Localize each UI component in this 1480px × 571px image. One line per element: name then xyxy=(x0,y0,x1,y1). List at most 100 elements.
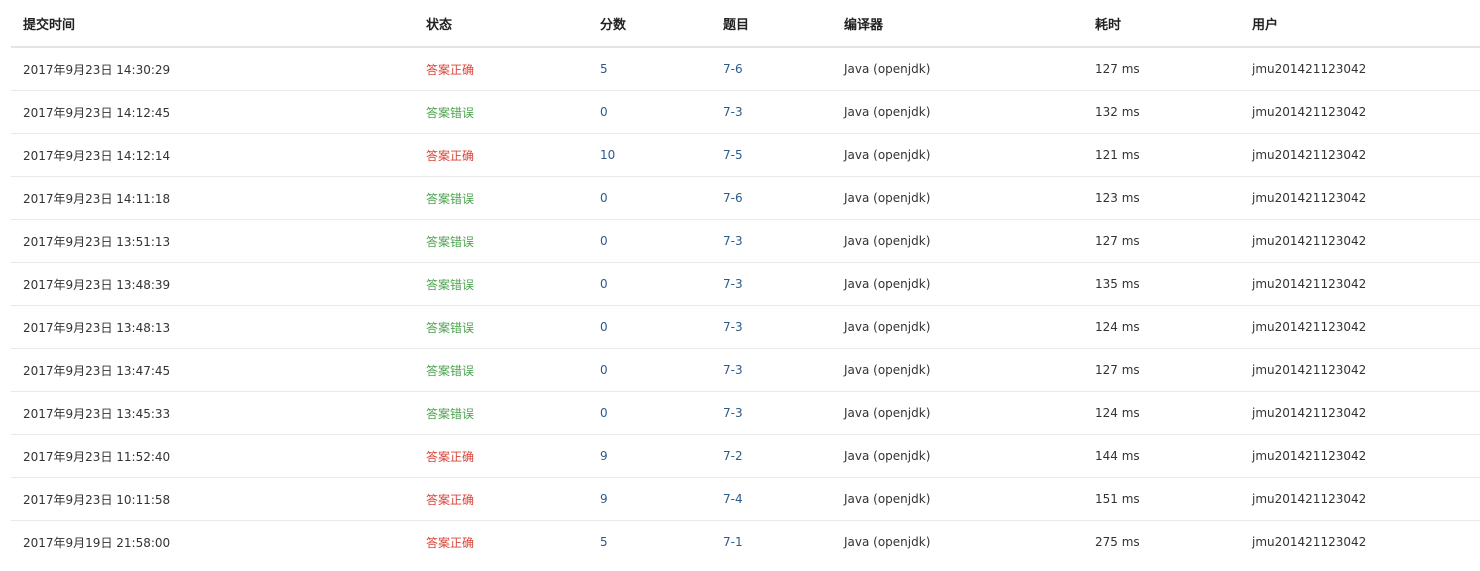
cell-submit-time-cell: 2017年9月23日 14:12:45 xyxy=(11,90,414,134)
cell-problem[interactable]: 7-3 xyxy=(723,234,743,248)
cell-user-cell: jmu201421123042 xyxy=(1240,434,1480,478)
cell-score-cell: 5 xyxy=(588,47,711,91)
cell-score-cell: 9 xyxy=(588,477,711,521)
cell-time-cost: 124 ms xyxy=(1095,320,1140,334)
cell-score[interactable]: 9 xyxy=(600,492,608,506)
cell-problem[interactable]: 7-5 xyxy=(723,148,743,162)
cell-problem-cell: 7-6 xyxy=(711,176,832,220)
cell-submit-time: 2017年9月23日 13:47:45 xyxy=(23,363,171,378)
cell-status[interactable]: 答案正确 xyxy=(426,450,474,464)
cell-problem[interactable]: 7-6 xyxy=(723,62,743,76)
cell-score[interactable]: 0 xyxy=(600,191,608,205)
cell-compiler-cell: Java (openjdk) xyxy=(832,348,1083,392)
cell-score-cell: 0 xyxy=(588,176,711,220)
cell-submit-time: 2017年9月23日 11:52:40 xyxy=(23,449,171,464)
cell-status[interactable]: 答案正确 xyxy=(426,63,474,77)
cell-status[interactable]: 答案错误 xyxy=(426,321,474,335)
cell-score[interactable]: 0 xyxy=(600,363,608,377)
cell-problem[interactable]: 7-1 xyxy=(723,535,743,549)
cell-problem[interactable]: 7-3 xyxy=(723,320,743,334)
cell-problem[interactable]: 7-3 xyxy=(723,406,743,420)
cell-score[interactable]: 5 xyxy=(600,535,608,549)
cell-status[interactable]: 答案正确 xyxy=(426,493,474,507)
cell-status[interactable]: 答案正确 xyxy=(426,149,474,163)
cell-status[interactable]: 答案正确 xyxy=(426,536,474,550)
cell-status-cell: 答案错误 xyxy=(414,348,588,392)
cell-user: jmu201421123042 xyxy=(1252,320,1367,334)
cell-problem-cell: 7-1 xyxy=(711,521,832,564)
cell-compiler-cell: Java (openjdk) xyxy=(832,391,1083,435)
table-row: 2017年9月23日 13:45:33 答案错误 0 7-3 Java (openjdk… xyxy=(11,391,1480,435)
cell-submit-time-cell: 2017年9月23日 10:11:58 xyxy=(11,477,414,521)
cell-time-cost-cell: 124 ms xyxy=(1083,305,1240,349)
cell-status-cell: 答案正确 xyxy=(414,521,588,564)
cell-score[interactable]: 0 xyxy=(600,406,608,420)
cell-problem[interactable]: 7-3 xyxy=(723,277,743,291)
cell-problem[interactable]: 7-4 xyxy=(723,492,743,506)
cell-score[interactable]: 0 xyxy=(600,105,608,119)
cell-submit-time-cell: 2017年9月23日 13:48:39 xyxy=(11,262,414,306)
cell-compiler: Java (openjdk) xyxy=(844,363,931,377)
cell-score[interactable]: 10 xyxy=(600,148,615,162)
cell-score-cell: 0 xyxy=(588,90,711,134)
cell-status[interactable]: 答案错误 xyxy=(426,407,474,421)
cell-time-cost: 127 ms xyxy=(1095,363,1140,377)
cell-time-cost: 121 ms xyxy=(1095,148,1140,162)
cell-time-cost-cell: 151 ms xyxy=(1083,477,1240,521)
cell-time-cost: 124 ms xyxy=(1095,406,1140,420)
cell-user-cell: jmu201421123042 xyxy=(1240,133,1480,177)
cell-time-cost-cell: 135 ms xyxy=(1083,262,1240,306)
cell-submit-time: 2017年9月23日 13:45:33 xyxy=(23,406,171,421)
cell-compiler: Java (openjdk) xyxy=(844,191,931,205)
cell-user: jmu201421123042 xyxy=(1252,191,1367,205)
cell-problem[interactable]: 7-6 xyxy=(723,191,743,205)
cell-status-cell: 答案错误 xyxy=(414,219,588,263)
cell-status[interactable]: 答案错误 xyxy=(426,192,474,206)
cell-user-cell: jmu201421123042 xyxy=(1240,262,1480,306)
table-row: 2017年9月23日 14:11:18 答案错误 0 7-6 Java (openjdk… xyxy=(11,176,1480,220)
cell-status[interactable]: 答案错误 xyxy=(426,106,474,120)
cell-score[interactable]: 0 xyxy=(600,234,608,248)
cell-score[interactable]: 0 xyxy=(600,277,608,291)
cell-compiler-cell: Java (openjdk) xyxy=(832,176,1083,220)
cell-score[interactable]: 5 xyxy=(600,62,608,76)
cell-problem[interactable]: 7-3 xyxy=(723,363,743,377)
cell-score-cell: 5 xyxy=(588,521,711,564)
cell-problem[interactable]: 7-3 xyxy=(723,105,743,119)
cell-score[interactable]: 9 xyxy=(600,449,608,463)
cell-user-cell: jmu201421123042 xyxy=(1240,477,1480,521)
cell-status[interactable]: 答案错误 xyxy=(426,235,474,249)
cell-time-cost-cell: 124 ms xyxy=(1083,391,1240,435)
cell-submit-time: 2017年9月23日 14:12:45 xyxy=(23,105,171,120)
cell-submit-time: 2017年9月23日 14:11:18 xyxy=(23,191,171,206)
cell-score-cell: 9 xyxy=(588,434,711,478)
cell-submit-time-cell: 2017年9月23日 13:48:13 xyxy=(11,305,414,349)
cell-submit-time: 2017年9月23日 14:12:14 xyxy=(23,148,171,163)
cell-user: jmu201421123042 xyxy=(1252,449,1367,463)
cell-problem-cell: 7-3 xyxy=(711,391,832,435)
cell-submit-time: 2017年9月23日 13:51:13 xyxy=(23,234,171,249)
cell-score[interactable]: 0 xyxy=(600,320,608,334)
cell-user: jmu201421123042 xyxy=(1252,148,1367,162)
cell-user: jmu201421123042 xyxy=(1252,406,1367,420)
table-header: 提交时间 状态 分数 题目 编译器 耗时 用户 xyxy=(11,0,1480,48)
table-row: 2017年9月23日 13:47:45 答案错误 0 7-3 Java (openjdk… xyxy=(11,348,1480,392)
cell-score-cell: 0 xyxy=(588,391,711,435)
cell-status-cell: 答案错误 xyxy=(414,391,588,435)
cell-submit-time: 2017年9月23日 14:30:29 xyxy=(23,62,171,77)
cell-problem[interactable]: 7-2 xyxy=(723,449,743,463)
cell-problem-cell: 7-3 xyxy=(711,262,832,306)
cell-user: jmu201421123042 xyxy=(1252,492,1367,506)
cell-status-cell: 答案错误 xyxy=(414,90,588,134)
header-submit-time: 提交时间 xyxy=(11,0,414,48)
cell-status-cell: 答案正确 xyxy=(414,47,588,91)
cell-time-cost-cell: 144 ms xyxy=(1083,434,1240,478)
cell-submit-time-cell: 2017年9月23日 14:12:14 xyxy=(11,133,414,177)
cell-status[interactable]: 答案错误 xyxy=(426,278,474,292)
header-row: 提交时间 状态 分数 题目 编译器 耗时 用户 xyxy=(11,0,1480,48)
table-row: 2017年9月23日 14:30:29 答案正确 5 7-6 Java (openjdk… xyxy=(11,47,1480,91)
cell-time-cost: 135 ms xyxy=(1095,277,1140,291)
cell-status[interactable]: 答案错误 xyxy=(426,364,474,378)
cell-user: jmu201421123042 xyxy=(1252,535,1367,549)
submissions-container: 提交时间 状态 分数 题目 编译器 耗时 用户 2017年9月23日 14:30… xyxy=(11,0,1480,563)
